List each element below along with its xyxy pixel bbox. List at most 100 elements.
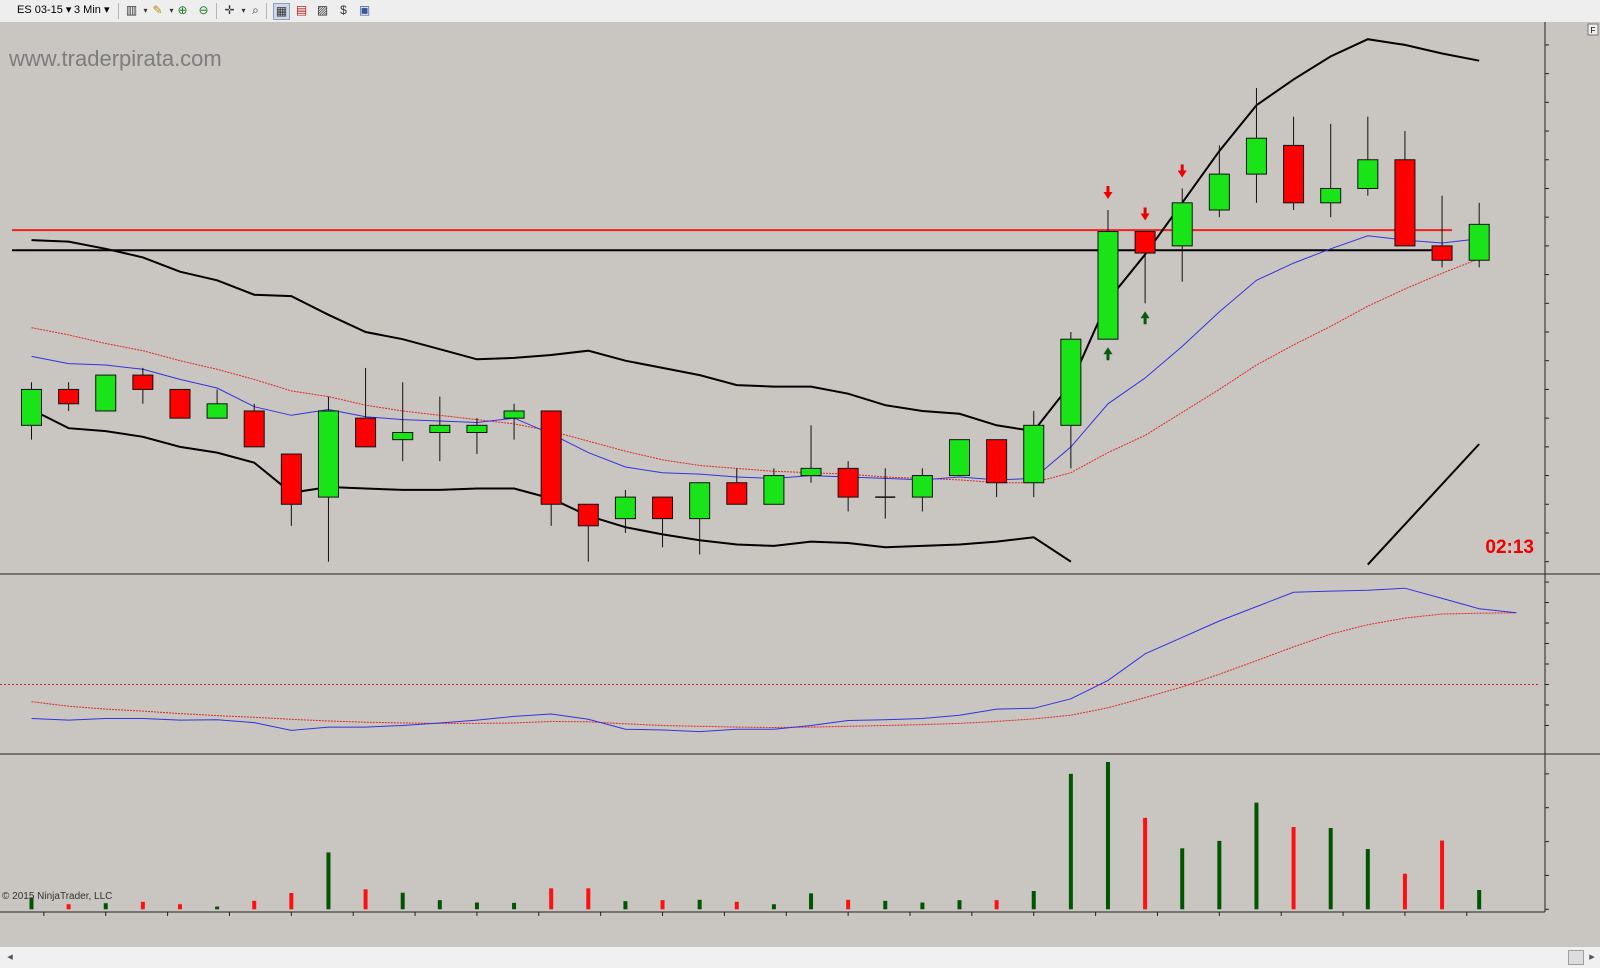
chart-toolbar: ES 03-15 ▾ 3 Min ▾ ▥ ▾ ✎ ▾ ⊕ ⊖ ✛ ▾ ⌕ ▦ ▤… — [0, 0, 1600, 23]
volume-bar — [549, 888, 554, 910]
candle-up — [1357, 159, 1379, 189]
volume-bar — [771, 904, 776, 910]
candle-down — [726, 482, 748, 505]
toolbar-separator — [118, 3, 119, 19]
scrollbar-thumb[interactable] — [1568, 950, 1584, 965]
volume-bar — [1068, 773, 1073, 910]
candle-up — [392, 432, 414, 441]
crosshair-icon[interactable]: ✛ — [222, 3, 237, 18]
volume-bar — [1143, 817, 1148, 910]
candle-down — [355, 417, 377, 448]
volume-bar — [1105, 762, 1110, 910]
scroll-left-icon[interactable]: ◂ — [2, 949, 18, 965]
scroll-right-icon[interactable]: ▸ — [1584, 949, 1600, 965]
f-button-label: F — [1591, 26, 1596, 35]
volume-bar — [289, 893, 294, 910]
candle-down — [577, 503, 599, 527]
strategies-icon[interactable]: ▤ — [294, 3, 309, 18]
interval-label: 3 Min — [74, 4, 101, 16]
volume-bar — [1031, 891, 1036, 910]
volume-bar — [883, 900, 888, 910]
volume-bar — [140, 901, 145, 910]
candle-down — [280, 453, 302, 505]
chart-image-icon[interactable]: ▨ — [315, 3, 330, 18]
candle-up — [1171, 202, 1193, 247]
volume-bar — [1180, 848, 1185, 910]
candle-up — [800, 467, 822, 477]
candle-up — [317, 410, 339, 498]
candle-down — [986, 439, 1008, 484]
candle-up — [689, 482, 711, 520]
volume-bar — [697, 899, 702, 910]
volume-bar — [400, 892, 405, 910]
candle-up — [21, 388, 42, 426]
volume-bar — [920, 902, 925, 910]
instrument-label: ES 03-15 — [17, 4, 63, 16]
candle-up — [429, 424, 451, 433]
volume-bar — [326, 852, 331, 910]
candle-up — [1023, 424, 1045, 484]
watermark: www.traderpirata.com — [8, 46, 222, 71]
horizontal-scrollbar[interactable]: ◂ ▸ — [0, 946, 1600, 968]
volume-bar — [623, 901, 628, 910]
volume-bar — [1217, 840, 1222, 910]
volume-bar — [363, 889, 368, 910]
bar-type-icon[interactable]: ▥ — [124, 3, 139, 18]
candle-up — [1320, 187, 1342, 204]
candle-up — [1060, 338, 1082, 426]
candle-up — [1208, 173, 1230, 211]
candle-down — [1283, 144, 1305, 204]
volume-bar — [252, 900, 257, 910]
volume-bar — [734, 901, 739, 910]
volume-bar — [809, 893, 814, 910]
drawing-pencil-icon[interactable]: ✎ — [150, 3, 165, 18]
volume-bar — [1477, 889, 1482, 910]
candle-up — [95, 374, 117, 412]
candle-up — [763, 475, 785, 505]
instrument-selector[interactable]: ES 03-15 ▾ — [17, 3, 71, 16]
candle-up — [1468, 223, 1490, 261]
volume-bar — [437, 900, 442, 910]
volume-bar — [957, 900, 962, 910]
candle-down — [58, 388, 80, 405]
volume-bar — [1365, 849, 1370, 910]
volume-bar — [1402, 873, 1407, 910]
copyright-label: © 2015 NinjaTrader, LLC — [2, 891, 112, 902]
interval-selector[interactable]: 3 Min ▾ — [74, 3, 109, 16]
candle-up — [1097, 231, 1119, 340]
volume-bar — [177, 904, 182, 910]
volume-bar — [660, 900, 665, 910]
volume-bar — [994, 900, 999, 910]
zoom-in-icon[interactable]: ⊕ — [175, 3, 190, 18]
candle-down — [132, 374, 154, 390]
volume-bar — [66, 904, 71, 910]
volume-bar — [215, 906, 220, 910]
volume-bar — [1254, 802, 1259, 910]
chart-area: www.traderpirata.com 02:13 © 2015 NinjaT… — [0, 22, 1600, 946]
magnifier-icon[interactable]: ⌕ — [248, 3, 263, 18]
candle-down — [243, 410, 265, 448]
dollar-icon[interactable]: $ — [336, 3, 351, 18]
candle-up — [503, 410, 525, 419]
volume-bar — [586, 888, 591, 910]
candle-down — [1431, 245, 1453, 261]
candle-up — [466, 424, 488, 433]
candle-down — [1394, 159, 1416, 247]
candle-up — [911, 475, 933, 498]
candle-down — [1134, 231, 1156, 254]
candle-up — [1245, 137, 1267, 175]
volume-bar — [1291, 827, 1296, 910]
candle-down — [837, 467, 859, 498]
volume-bar — [846, 899, 851, 910]
volume-bar — [474, 902, 479, 910]
candle-down — [652, 496, 674, 520]
toolbar-separator — [216, 3, 217, 19]
zoom-out-icon[interactable]: ⊖ — [196, 3, 211, 18]
indicators-icon[interactable]: ▦ — [273, 3, 290, 20]
properties-icon[interactable]: ▣ — [357, 3, 372, 18]
toolbar-separator — [266, 3, 267, 19]
f-button[interactable]: F — [1587, 23, 1599, 36]
countdown-timer: 02:13 — [1485, 537, 1534, 558]
volume-bar — [512, 902, 517, 910]
candle-down — [169, 388, 191, 419]
